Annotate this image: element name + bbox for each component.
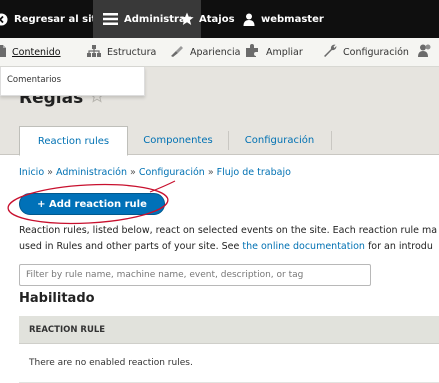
user-tab[interactable]: webmaster bbox=[243, 0, 324, 38]
documentation-link[interactable]: the online documentation bbox=[242, 241, 365, 252]
user-icon bbox=[243, 13, 255, 26]
tray-config-label: Configuración bbox=[343, 46, 409, 58]
dropdown-item-comments[interactable]: Comentarios bbox=[7, 75, 61, 85]
content-dropdown-menu: Comentarios bbox=[0, 67, 145, 96]
tray-content-label: Contenido bbox=[12, 46, 61, 58]
tab-components[interactable]: Componentes bbox=[128, 126, 228, 155]
breadcrumb-configuration[interactable]: Configuración bbox=[139, 167, 205, 178]
tab-reaction-rules[interactable]: Reaction rules bbox=[19, 126, 128, 156]
structure-icon bbox=[87, 44, 101, 60]
description-line-1: Reaction rules, listed below, react on s… bbox=[19, 225, 438, 236]
tray-item-configuration[interactable]: Configuración bbox=[323, 38, 409, 66]
breadcrumb: Inicio » Administración » Configuración … bbox=[19, 167, 291, 178]
star-icon bbox=[180, 12, 194, 26]
breadcrumb-workflow[interactable]: Flujo de trabajo bbox=[217, 167, 291, 178]
description-text: for an introdu bbox=[364, 241, 433, 252]
tray-extend-label: Ampliar bbox=[266, 46, 303, 58]
tray-item-content[interactable]: Contenido bbox=[0, 38, 61, 66]
shortcuts-tab[interactable]: Atajos bbox=[180, 0, 235, 38]
table-empty-message: There are no enabled reaction rules. bbox=[19, 344, 439, 383]
table-column-header: REACTION RULE bbox=[19, 316, 439, 344]
tray-appearance-label: Apariencia bbox=[190, 46, 241, 58]
user-label: webmaster bbox=[261, 13, 324, 25]
paint-icon bbox=[170, 45, 184, 60]
tray-structure-label: Estructura bbox=[107, 46, 157, 58]
tab-settings[interactable]: Configuración bbox=[228, 126, 331, 155]
wrench-icon bbox=[323, 44, 337, 60]
back-arrow-icon bbox=[0, 13, 8, 26]
breadcrumb-home[interactable]: Inicio bbox=[19, 167, 44, 178]
admin-toolbar: Regresar al sitio Administrar Atajos web… bbox=[0, 0, 439, 38]
breadcrumb-separator: » bbox=[204, 167, 217, 178]
admin-tray: Contenido Estructura Apariencia Ampliar … bbox=[0, 38, 439, 67]
description-line-2: used in Rules and other parts of your si… bbox=[19, 239, 439, 255]
shortcuts-label: Atajos bbox=[199, 13, 235, 25]
back-to-site-link[interactable]: Regresar al sitio bbox=[0, 0, 107, 38]
add-reaction-rule-button[interactable]: + Add reaction rule bbox=[19, 193, 165, 215]
people-icon bbox=[418, 44, 432, 60]
hamburger-icon bbox=[103, 13, 118, 25]
tab-divider bbox=[331, 131, 332, 150]
tray-item-extend[interactable]: Ampliar bbox=[246, 38, 303, 66]
page-description: Reaction rules, listed below, react on s… bbox=[19, 223, 439, 255]
section-heading-enabled: Habilitado bbox=[19, 291, 95, 306]
breadcrumb-administration[interactable]: Administración bbox=[56, 167, 127, 178]
tray-item-appearance[interactable]: Apariencia bbox=[170, 38, 240, 66]
breadcrumb-separator: » bbox=[127, 167, 139, 178]
puzzle-icon bbox=[246, 44, 260, 60]
breadcrumb-separator: » bbox=[44, 167, 56, 178]
description-text: used in Rules and other parts of your si… bbox=[19, 241, 243, 252]
tray-item-structure[interactable]: Estructura bbox=[87, 38, 156, 66]
tray-item-people[interactable] bbox=[418, 38, 438, 66]
filter-input[interactable] bbox=[19, 264, 371, 286]
content-icon bbox=[0, 44, 6, 60]
